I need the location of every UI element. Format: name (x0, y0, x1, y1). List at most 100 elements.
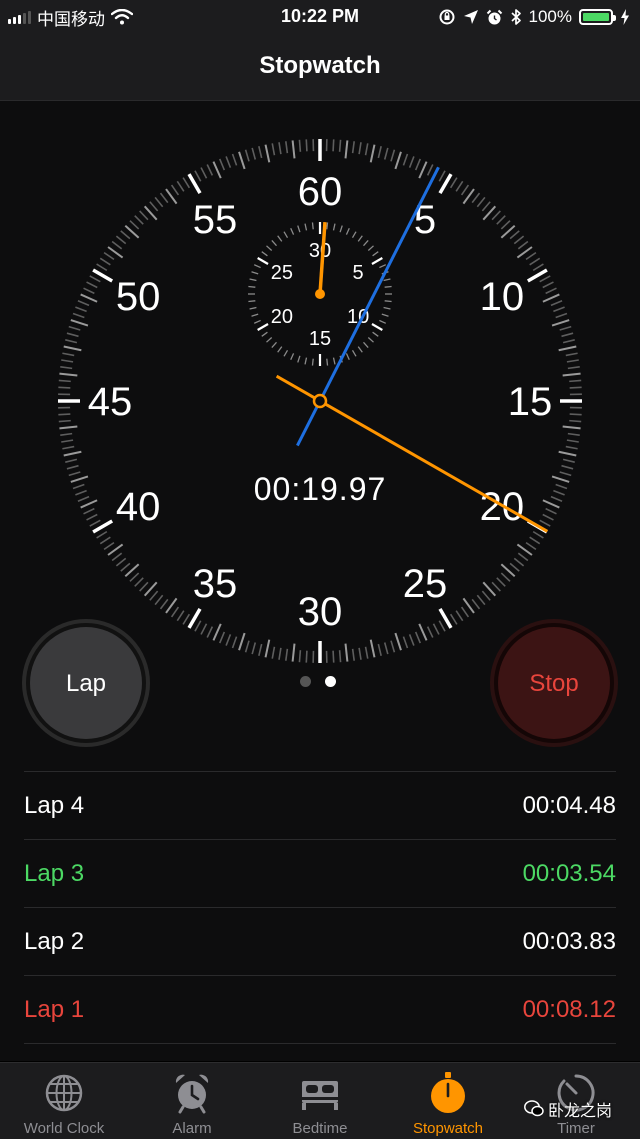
lap-row-best: Lap 3 00:03.54 (24, 840, 616, 908)
dial-minor-tick (84, 509, 95, 514)
page-dot-active[interactable] (325, 676, 336, 687)
dial-minor-tick (306, 651, 307, 663)
dial-minor-tick (451, 614, 457, 624)
dial-number: 5 (414, 198, 436, 242)
subdial-minor-tick (305, 224, 306, 231)
tab-world-clock[interactable]: World Clock (0, 1063, 128, 1139)
dial-minor-tick (482, 591, 490, 600)
dial-second-tick (395, 633, 401, 650)
dial-minor-tick (75, 491, 86, 495)
lap-row: Lap 4 00:04.48 (24, 772, 616, 840)
analog-stopwatch-dial[interactable]: 6051015202530354045505530510152025 (40, 121, 600, 681)
dial-number: 45 (88, 380, 133, 424)
subdial-minor-tick (284, 350, 288, 356)
dial-minor-tick (226, 156, 230, 167)
tab-label: World Clock (0, 1120, 128, 1137)
dial-minor-tick (533, 532, 543, 538)
lap-button[interactable]: Lap (22, 619, 150, 747)
dial-minor-tick (501, 573, 510, 581)
dial-minor-tick (87, 514, 98, 519)
subdial-minor-tick (340, 226, 342, 233)
wechat-icon (524, 1100, 544, 1118)
dial-minor-tick (246, 641, 249, 653)
dial-second-tick (71, 476, 88, 482)
dial-minor-tick (62, 353, 74, 355)
dial-second-tick (59, 374, 77, 376)
dial-minor-tick (560, 472, 572, 475)
dial-minor-tick (90, 520, 101, 526)
lap-label: Lap 1 (24, 996, 84, 1024)
tab-label: Timer (512, 1120, 640, 1137)
dial-second-tick (213, 162, 220, 178)
dial-minor-tick (130, 573, 139, 581)
dial-minor-tick (568, 434, 580, 436)
dial-minor-tick (456, 611, 463, 621)
dial-minor-tick (456, 181, 463, 191)
dial-minor-tick (540, 520, 551, 526)
dial-minor-tick (279, 142, 281, 154)
dial-minor-tick (472, 599, 479, 609)
subdial-minor-tick (373, 332, 379, 336)
dial-minor-tick (97, 264, 107, 270)
dial-minor-tick (299, 650, 300, 662)
dial-minor-tick (497, 216, 505, 224)
subdial-minor-tick (379, 265, 385, 268)
subdial-minor-tick (262, 252, 268, 256)
subdial-minor-tick (353, 350, 357, 356)
dial-minor-tick (62, 447, 74, 449)
dial-minor-tick (391, 641, 394, 653)
dial-minor-tick (60, 434, 72, 436)
dial-second-tick (59, 427, 77, 429)
dial-second-tick (293, 644, 295, 662)
dial-minor-tick (177, 611, 184, 621)
dial-minor-tick (58, 414, 70, 415)
dial-minor-tick (416, 632, 421, 643)
dial-minor-tick (391, 150, 394, 162)
dial-minor-tick (428, 627, 433, 638)
dial-number: 15 (508, 380, 553, 424)
status-right: 100% (438, 5, 630, 29)
subdial-minor-tick (384, 279, 391, 280)
dial-number: 55 (193, 198, 238, 242)
dial-second-tick (81, 294, 97, 301)
tab-bedtime[interactable]: Bedtime (256, 1063, 384, 1139)
lap-label: Lap 2 (24, 928, 84, 956)
page-title: Stopwatch (0, 52, 640, 80)
subdial-minor-tick (248, 286, 255, 287)
dial-minor-tick (492, 582, 500, 591)
subdial-minor-tick (358, 236, 362, 242)
subdial-minor-tick (284, 232, 288, 238)
stop-button[interactable]: Stop (490, 619, 618, 747)
subdial-minor-tick (385, 301, 392, 302)
dial-minor-tick (259, 146, 262, 158)
dial-second-tick (293, 140, 295, 158)
dial-minor-tick (556, 484, 567, 488)
dial-minor-tick (556, 314, 567, 318)
dial-minor-tick (135, 216, 143, 224)
battery-percent: 100% (529, 7, 572, 27)
page-indicator[interactable] (300, 676, 336, 687)
dial-minor-tick (472, 193, 479, 203)
stopwatch-icon (428, 1071, 468, 1115)
dial-minor-tick (570, 387, 582, 388)
dial-minor-tick (150, 591, 158, 600)
digital-time-readout: 00:19.97 (170, 471, 470, 508)
dial-minor-tick (378, 146, 381, 158)
dial-number: 25 (403, 562, 448, 606)
subdial-minor-tick (327, 222, 328, 229)
dial-minor-tick (161, 193, 168, 203)
dial-minor-tick (73, 314, 84, 318)
lap-time: 00:08.12 (523, 996, 616, 1024)
dial-minor-tick (333, 139, 334, 151)
tab-stopwatch[interactable]: Stopwatch (384, 1063, 512, 1139)
subdial-minor-tick (266, 246, 271, 251)
globe-icon (44, 1071, 84, 1115)
subdial-minor-tick (358, 347, 362, 353)
tab-alarm[interactable]: Alarm (128, 1063, 256, 1139)
subdial-minor-tick (272, 342, 277, 347)
dial-minor-tick (570, 414, 582, 415)
dial-second-tick (543, 500, 559, 507)
dial-minor-tick (78, 497, 89, 502)
dial-minor-tick (563, 340, 575, 343)
page-dot[interactable] (300, 676, 311, 687)
